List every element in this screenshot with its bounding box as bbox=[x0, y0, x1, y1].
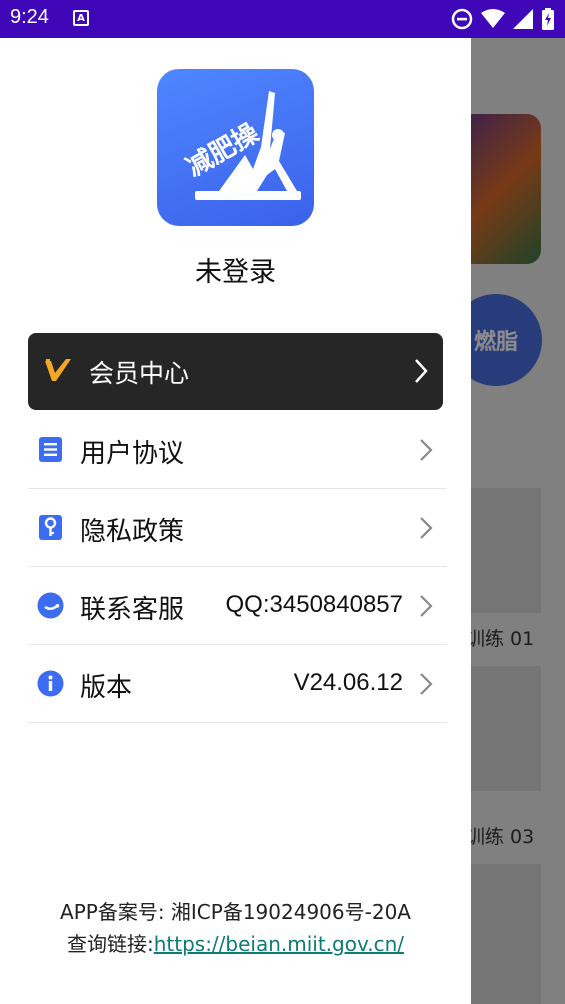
chevron-right-icon bbox=[420, 439, 433, 461]
drawer-scrim[interactable] bbox=[470, 38, 565, 1004]
query-prefix: 查询链接: bbox=[66, 932, 154, 956]
service-icon bbox=[37, 592, 64, 619]
chevron-right-icon bbox=[420, 595, 433, 617]
info-icon bbox=[37, 670, 64, 697]
menu-item-user-agreement[interactable]: 用户协议 bbox=[28, 411, 447, 489]
footer: APP备案号: 湘ICP备19024906号-20A 查询链接:https://… bbox=[0, 896, 471, 960]
status-time: 9:24 bbox=[10, 6, 49, 28]
signal-icon bbox=[513, 9, 533, 29]
query-line: 查询链接:https://beian.miit.gov.cn/ bbox=[0, 928, 471, 960]
menu-label: 版本 bbox=[80, 673, 133, 703]
chevron-right-icon bbox=[415, 359, 428, 383]
yoga-figure-icon: 减肥操 bbox=[182, 91, 301, 200]
status-bar: 9:24 A bbox=[0, 0, 565, 38]
navigation-drawer: 减肥操 未登录 会员中心 用户协议 隐私政策 联系客服 QQ:345084085… bbox=[0, 38, 471, 1004]
chevron-right-icon bbox=[420, 673, 433, 695]
menu-value: QQ:3450840857 bbox=[225, 591, 403, 618]
document-icon bbox=[39, 437, 62, 462]
vip-center-button[interactable]: 会员中心 bbox=[28, 333, 443, 410]
login-status[interactable]: 未登录 bbox=[0, 250, 471, 289]
privacy-key-icon bbox=[39, 515, 62, 540]
battery-icon bbox=[542, 8, 554, 30]
menu-item-version[interactable]: 版本 V24.06.12 bbox=[28, 645, 447, 723]
menu-label: 联系客服 bbox=[80, 595, 185, 625]
status-icons bbox=[451, 8, 555, 30]
menu-label: 隐私政策 bbox=[80, 517, 185, 547]
dnd-icon bbox=[451, 8, 473, 30]
menu-item-privacy-policy[interactable]: 隐私政策 bbox=[28, 489, 447, 567]
menu-item-contact-service[interactable]: 联系客服 QQ:3450840857 bbox=[28, 567, 447, 645]
query-link[interactable]: https://beian.miit.gov.cn/ bbox=[154, 932, 404, 956]
notification-icon: A bbox=[73, 10, 89, 26]
vip-icon bbox=[45, 359, 71, 381]
menu-value: V24.06.12 bbox=[293, 669, 403, 696]
filing-number: APP备案号: 湘ICP备19024906号-20A bbox=[60, 900, 411, 924]
wifi-icon bbox=[481, 9, 505, 28]
vip-center-label: 会员中心 bbox=[89, 359, 190, 388]
menu-label: 用户协议 bbox=[80, 439, 185, 469]
app-logo: 减肥操 bbox=[157, 69, 314, 226]
chevron-right-icon bbox=[420, 517, 433, 539]
